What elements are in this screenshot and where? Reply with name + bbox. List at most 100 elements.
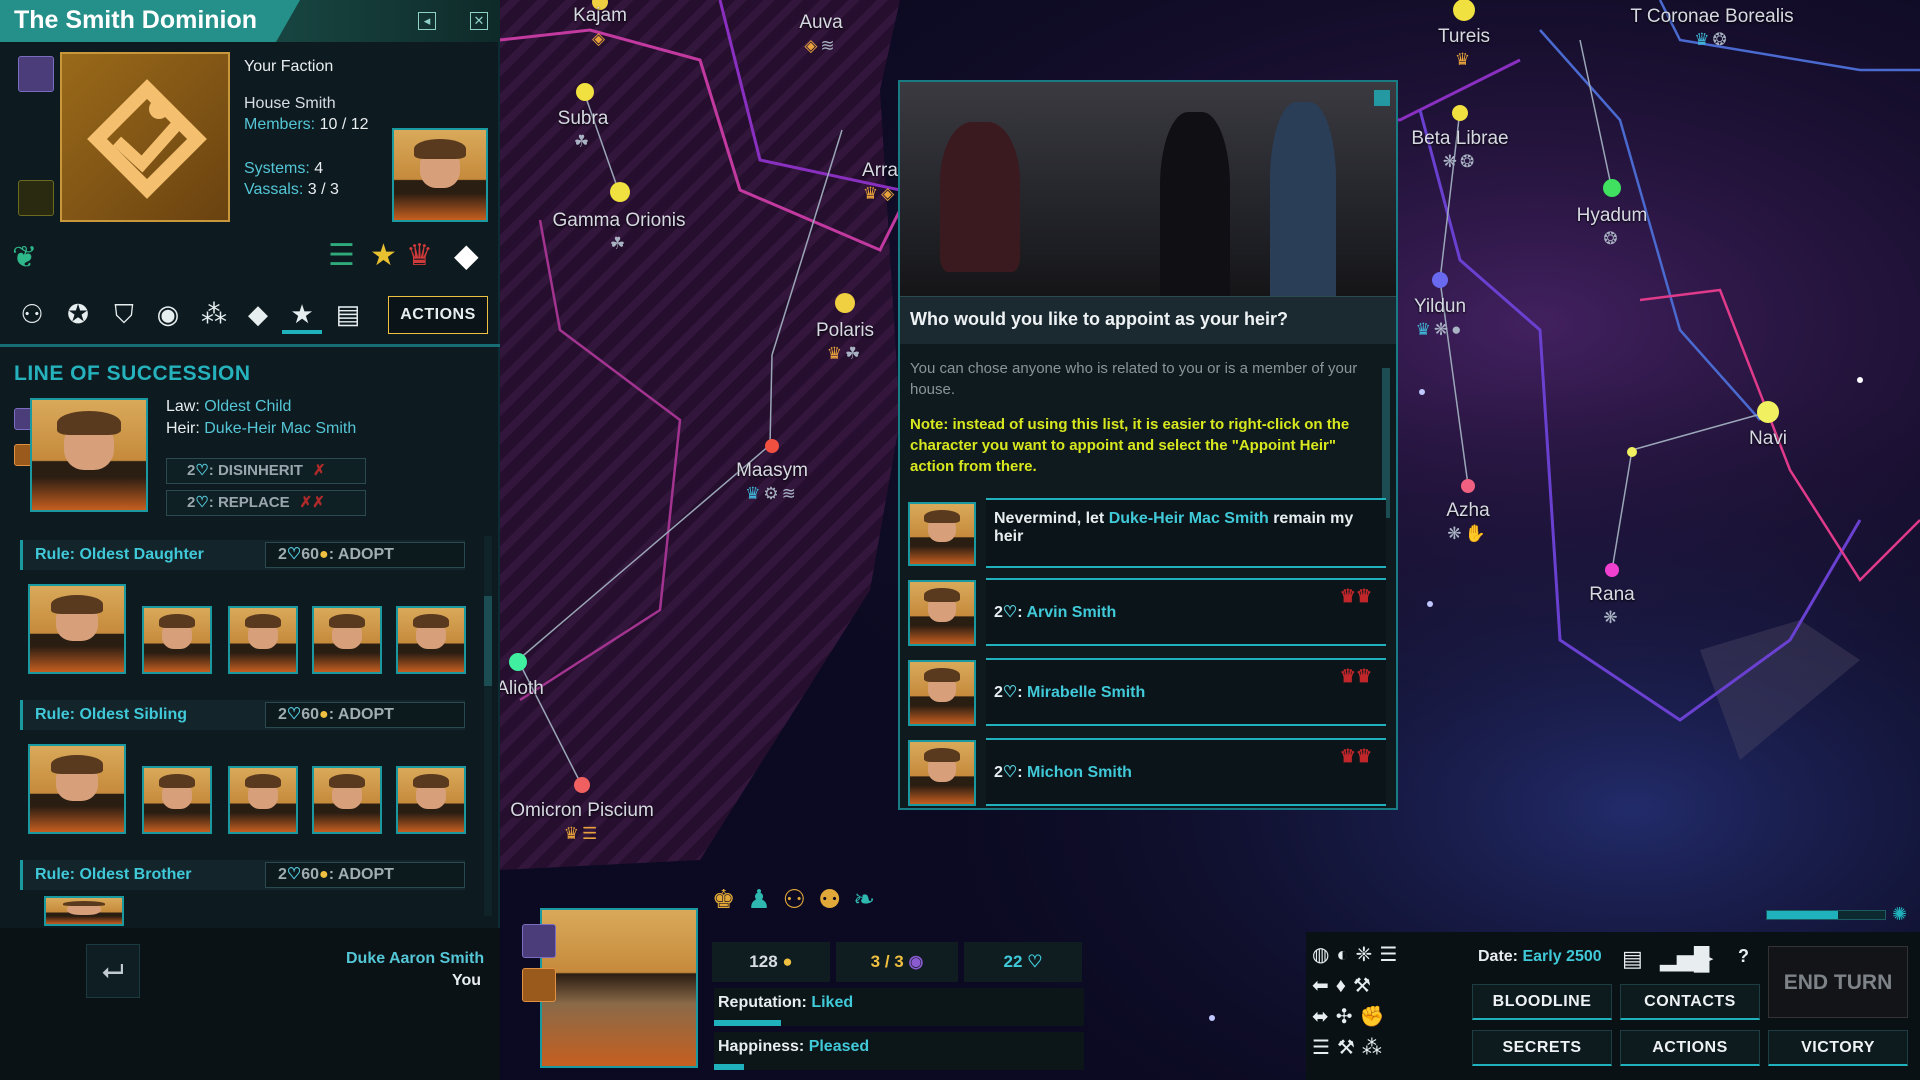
candidate-portrait[interactable] bbox=[142, 766, 212, 834]
family-icon[interactable]: ♚ bbox=[712, 884, 747, 914]
gear-icon[interactable]: ✺ bbox=[1892, 904, 1907, 925]
crown-up-icon[interactable]: ♛ bbox=[406, 238, 433, 273]
bloodline-button[interactable]: BLOODLINE bbox=[1472, 984, 1612, 1020]
fist-icon[interactable]: ✊ bbox=[1360, 1006, 1392, 1028]
back-button[interactable]: ⮠ bbox=[86, 944, 140, 998]
dialog-note: Note: instead of using this list, it is … bbox=[910, 416, 1350, 475]
candidate-portrait[interactable] bbox=[228, 606, 298, 674]
adopt-rule-button[interactable]: 2♡60●: ADOPT bbox=[265, 702, 465, 728]
wrench-icon[interactable]: ⚒ bbox=[1353, 975, 1378, 997]
heir-portrait[interactable] bbox=[30, 398, 148, 512]
system-kajam[interactable]: Kajam ◈ bbox=[573, 5, 627, 50]
signal-icon[interactable]: ☰ bbox=[1379, 944, 1404, 966]
hammer-icon[interactable]: ⚒ bbox=[1337, 1037, 1362, 1059]
dialog-scrollbar[interactable] bbox=[1382, 368, 1390, 518]
system-polaris[interactable]: Polaris ♛☘ bbox=[816, 320, 874, 365]
system-t-coronae-borealis[interactable]: T Coronae Borealis ♛❂ bbox=[1630, 6, 1793, 51]
chat-plus-icon[interactable]: ▤ bbox=[1622, 946, 1643, 972]
tab-triad-icon[interactable]: ⁂ bbox=[194, 294, 234, 334]
vassals-counter[interactable]: 3 / 3 ◉ bbox=[836, 942, 958, 982]
candidate-portrait[interactable] bbox=[28, 744, 126, 834]
ruler-name[interactable]: Duke Aaron Smith bbox=[346, 950, 484, 968]
system-azha[interactable]: Azha ❋✋ bbox=[1446, 500, 1489, 545]
influence-counter[interactable]: 22 ♡ bbox=[964, 942, 1082, 982]
candidate-portrait[interactable] bbox=[28, 584, 126, 674]
close-button[interactable]: ✕ bbox=[470, 12, 488, 30]
system-hyadum[interactable]: Hyadum ❂ bbox=[1577, 205, 1648, 250]
succession-law: Law: Oldest Child bbox=[166, 398, 292, 415]
scroll-icon[interactable]: ❧ bbox=[853, 884, 887, 914]
group-icon[interactable]: ⚉ bbox=[818, 884, 853, 914]
contacts-button[interactable]: CONTACTS bbox=[1620, 984, 1760, 1020]
candidate-portrait[interactable] bbox=[396, 766, 466, 834]
systems-stat: Systems: 4 bbox=[244, 160, 324, 177]
system-yildun[interactable]: Yildun ♛❋● bbox=[1414, 296, 1466, 341]
star-check-icon[interactable]: ★ bbox=[370, 238, 397, 273]
succession-scrollbar[interactable] bbox=[484, 536, 492, 916]
replace-button[interactable]: 2♡: REPLACE ✗✗ bbox=[166, 490, 366, 516]
system-omicron-piscium[interactable]: Omicron Piscium ♛☰ bbox=[510, 800, 654, 845]
system-beta-librae[interactable]: Beta Librae ❋❂ bbox=[1411, 128, 1508, 173]
victory-button[interactable]: VICTORY bbox=[1768, 1030, 1908, 1066]
expand-icon[interactable] bbox=[1374, 90, 1390, 106]
appoint-option-mirabelle[interactable]: 2♡: Mirabelle Smith ♛♛ bbox=[986, 658, 1386, 726]
credits-counter[interactable]: 128 ● bbox=[712, 942, 830, 982]
tab-star-icon[interactable]: ★ bbox=[282, 294, 322, 334]
tab-circle-icon[interactable]: ◉ bbox=[148, 294, 188, 334]
candidate-portrait[interactable] bbox=[312, 606, 382, 674]
ruler-large-portrait[interactable] bbox=[540, 908, 698, 1068]
crosshair-icon[interactable]: ✣ bbox=[1336, 1006, 1360, 1028]
system-rana[interactable]: Rana ❋ bbox=[1589, 584, 1634, 629]
system-arra[interactable]: Arra ♛◈ bbox=[862, 160, 898, 205]
globe-icon[interactable]: ◍ bbox=[1312, 944, 1336, 966]
disinherit-button[interactable]: 2♡: DISINHERIT ✗ bbox=[166, 458, 366, 484]
keep-heir-option[interactable]: Nevermind, let Duke-Heir Mac Smith remai… bbox=[986, 498, 1386, 568]
tab-family-icon[interactable]: ⚇ bbox=[12, 294, 52, 334]
end-turn-button[interactable]: END TURN bbox=[1768, 946, 1908, 1018]
arrow-left-icon[interactable]: ⬅ bbox=[1312, 975, 1336, 997]
tab-diamond-icon[interactable]: ◆ bbox=[238, 294, 278, 334]
wifi-icon[interactable]: ☰ bbox=[1312, 1037, 1337, 1059]
secrets-button[interactable]: SECRETS bbox=[1472, 1030, 1612, 1066]
coin-stack-icon[interactable]: ☰ bbox=[328, 238, 355, 273]
send-icon[interactable]: ➤ bbox=[1696, 946, 1714, 972]
crown-red-icon: ♛♛ bbox=[1339, 746, 1372, 766]
help-button[interactable]: ? bbox=[1738, 946, 1749, 967]
triad-icon[interactable]: ⁂ bbox=[1362, 1037, 1389, 1059]
system-subra[interactable]: Subra ☘ bbox=[558, 108, 609, 153]
couple-icon[interactable]: ⚇ bbox=[783, 884, 818, 914]
planet-icon[interactable]: ◐ bbox=[1336, 944, 1355, 966]
faction-panel: The Smith Dominion ◂ ✕ Your Faction Hous… bbox=[0, 0, 500, 928]
drop-icon[interactable]: ♦ bbox=[1336, 975, 1353, 997]
butterfly-icon[interactable]: ❈ bbox=[1356, 944, 1380, 966]
system-gamma-orionis[interactable]: Gamma Orionis ☘ bbox=[552, 210, 685, 255]
system-maasym[interactable]: Maasym ♛⚙≋ bbox=[736, 460, 808, 505]
candidate-portrait[interactable] bbox=[44, 896, 124, 926]
tab-chat-icon[interactable]: ▤ bbox=[328, 294, 368, 334]
appoint-option-arvin[interactable]: 2♡: Arvin Smith ♛♛ bbox=[986, 578, 1386, 646]
system-alioth[interactable]: Alioth bbox=[496, 678, 544, 700]
system-tureis[interactable]: Tureis ♛ bbox=[1438, 26, 1490, 71]
candidate-portrait[interactable] bbox=[228, 766, 298, 834]
adopt-rule-button[interactable]: 2♡60●: ADOPT bbox=[265, 862, 465, 888]
adopt-rule-button[interactable]: 2♡60●: ADOPT bbox=[265, 542, 465, 568]
appoint-option-michon[interactable]: 2♡: Michon Smith ♛♛ bbox=[986, 738, 1386, 806]
candidate-portrait[interactable] bbox=[312, 766, 382, 834]
system-navi[interactable]: Navi bbox=[1749, 428, 1787, 450]
person-icon[interactable]: ♟ bbox=[747, 884, 782, 914]
actions-menu-button[interactable]: ACTIONS bbox=[1620, 1030, 1760, 1066]
candidate-portrait[interactable] bbox=[142, 606, 212, 674]
ruler-portrait[interactable] bbox=[392, 128, 488, 222]
tab-bookmark-icon[interactable]: ⛉ bbox=[104, 294, 144, 334]
collapse-button[interactable]: ◂ bbox=[418, 12, 436, 30]
succession-scroll-thumb[interactable] bbox=[484, 596, 492, 686]
system-auva[interactable]: Auva ◈≋ bbox=[799, 12, 842, 57]
tab-emblem-icon[interactable]: ✪ bbox=[58, 294, 98, 334]
house-badge-icon bbox=[18, 56, 54, 92]
diamond-icon[interactable]: ◆ bbox=[454, 236, 479, 274]
arrows-icon[interactable]: ⬌ bbox=[1312, 1006, 1336, 1028]
actions-button[interactable]: ACTIONS bbox=[388, 296, 488, 334]
candidate-portrait[interactable] bbox=[396, 606, 466, 674]
reputation-fill bbox=[714, 1020, 781, 1026]
turn-progress-fill bbox=[1767, 911, 1838, 919]
